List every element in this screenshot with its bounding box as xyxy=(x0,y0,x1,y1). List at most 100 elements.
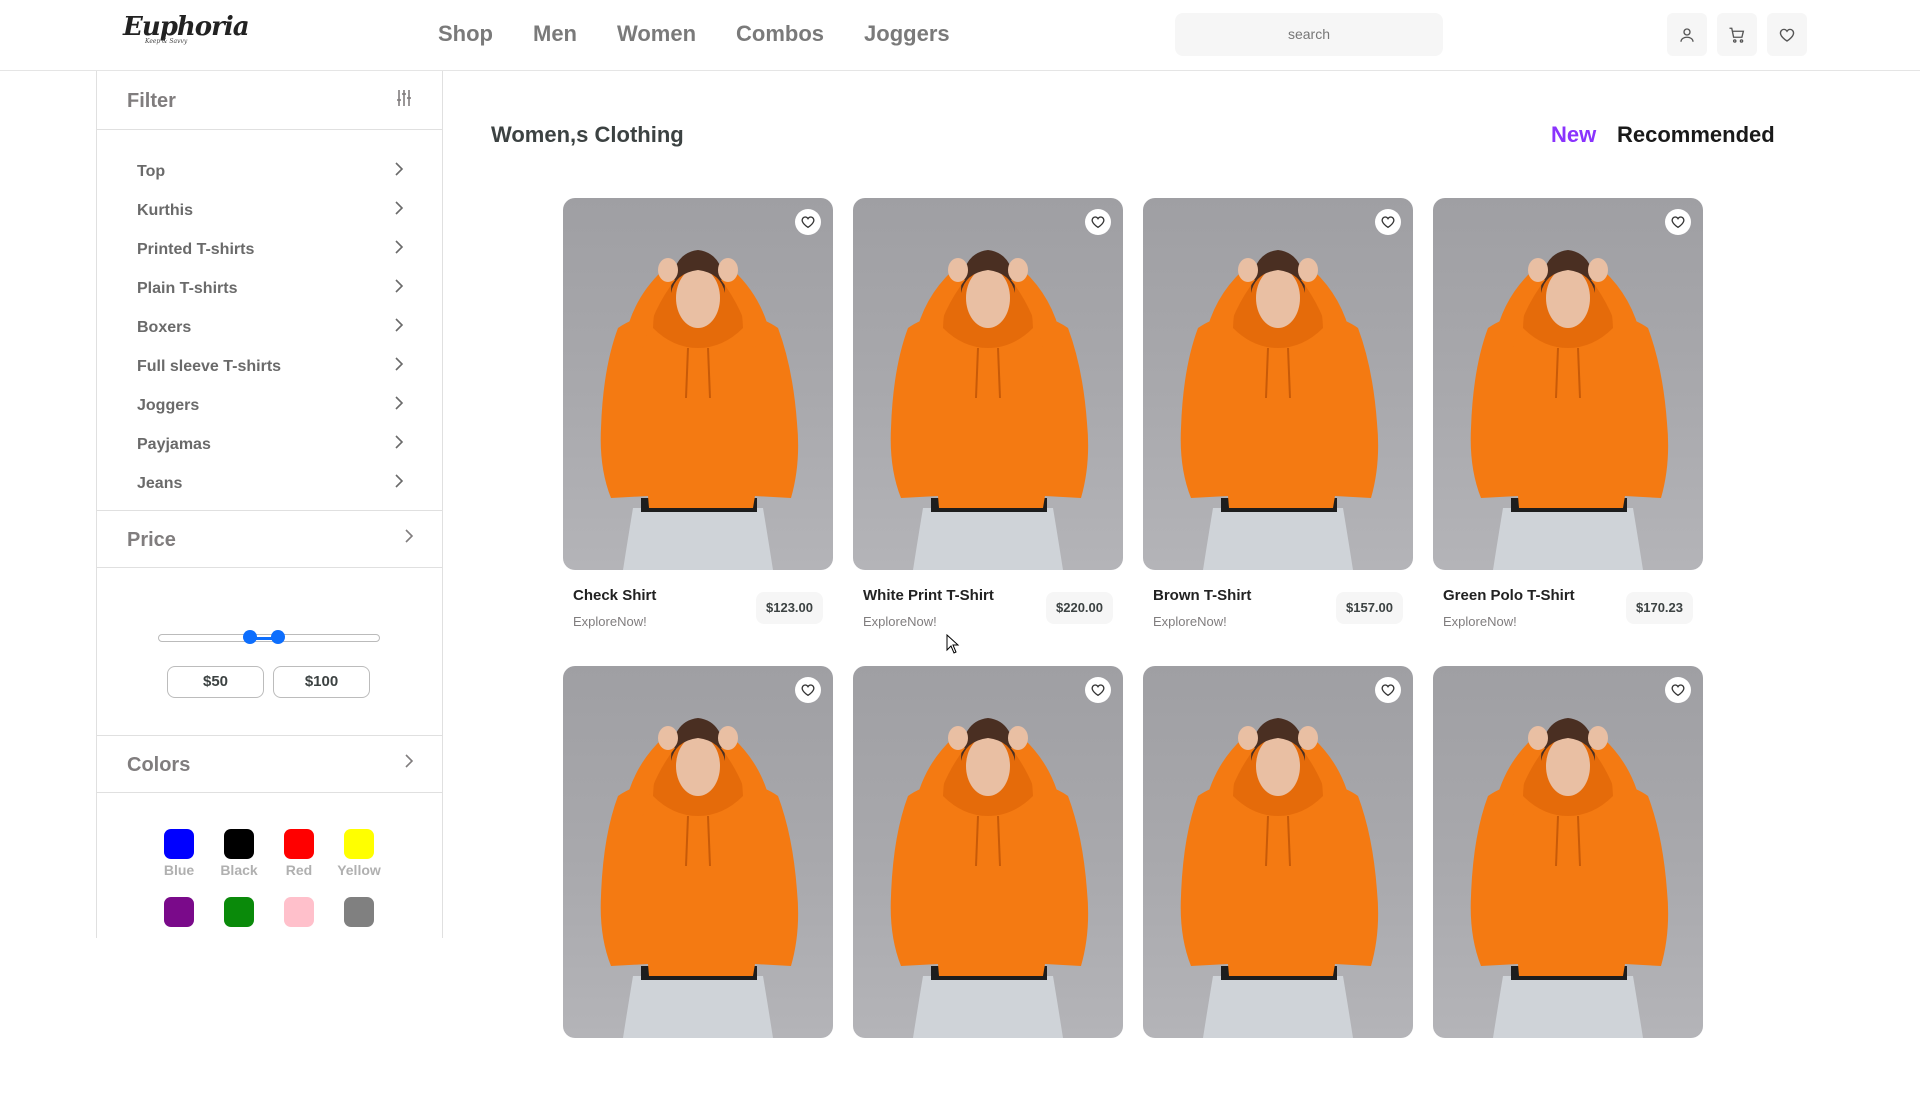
category-label: Printed T-shirts xyxy=(137,241,255,258)
chevron-right-icon xyxy=(395,279,404,293)
color-swatch-blue[interactable] xyxy=(164,829,194,859)
chevron-right-icon xyxy=(395,240,404,254)
search-input[interactable]: search xyxy=(1175,13,1443,56)
price-min-field[interactable]: $50 xyxy=(167,666,264,698)
price-filter: $50 $100 xyxy=(97,568,442,736)
wishlist-toggle[interactable] xyxy=(1085,677,1111,703)
color-label-black: Black xyxy=(220,862,258,878)
product-price: $220.00 xyxy=(1046,592,1113,624)
category-label: Boxers xyxy=(137,319,192,336)
product-photo xyxy=(1469,249,1670,570)
category-item-jeans[interactable]: Jeans xyxy=(97,467,442,506)
wishlist-button[interactable] xyxy=(1767,13,1807,56)
product-card[interactable] xyxy=(1143,666,1413,1038)
price-max-field[interactable]: $100 xyxy=(273,666,370,698)
nav-men[interactable]: Men xyxy=(533,20,577,48)
color-swatch-yellow[interactable] xyxy=(344,829,374,859)
nav-combos[interactable]: Combos xyxy=(736,20,824,48)
product-photo xyxy=(1179,249,1380,570)
wishlist-toggle[interactable] xyxy=(795,209,821,235)
price-slider-max-handle[interactable] xyxy=(271,630,285,644)
product-image[interactable] xyxy=(853,198,1123,570)
category-label: Full sleeve T-shirts xyxy=(137,358,282,375)
color-swatch-black[interactable] xyxy=(224,829,254,859)
product-card[interactable] xyxy=(853,666,1123,1038)
chevron-right-icon xyxy=(405,529,414,543)
wishlist-toggle[interactable] xyxy=(1375,209,1401,235)
product-image[interactable] xyxy=(1143,666,1413,1038)
category-label: Payjamas xyxy=(137,436,211,453)
product-card[interactable]: Brown T-Shirt ExploreNow! $157.00 xyxy=(1143,198,1413,629)
category-item-printed-tshirts[interactable]: Printed T-shirts xyxy=(97,233,442,272)
product-photo xyxy=(599,717,800,1038)
chevron-right-icon xyxy=(405,754,414,768)
product-image[interactable] xyxy=(1433,666,1703,1038)
product-card[interactable]: Check Shirt ExploreNow! $123.00 xyxy=(563,198,833,629)
price-section-header[interactable]: Price xyxy=(97,511,442,568)
site-logo[interactable]: Euphoria Keep & Savvy xyxy=(123,12,250,50)
product-photo xyxy=(1179,717,1380,1038)
color-label-blue: Blue xyxy=(163,862,195,878)
chevron-right-icon xyxy=(395,318,404,332)
logo-text: Euphoria xyxy=(123,12,250,42)
sort-new-tab[interactable]: New xyxy=(1551,122,1596,148)
heart-icon xyxy=(1779,28,1795,42)
product-image[interactable] xyxy=(563,666,833,1038)
chevron-right-icon xyxy=(395,435,404,449)
product-photo xyxy=(889,717,1090,1038)
category-item-kurthis[interactable]: Kurthis xyxy=(97,194,442,233)
product-name[interactable]: Check Shirt xyxy=(573,587,656,604)
filter-title: Filter xyxy=(127,90,176,112)
product-name[interactable]: White Print T-Shirt xyxy=(863,587,994,604)
category-item-payjamas[interactable]: Payjamas xyxy=(97,428,442,467)
category-item-joggers[interactable]: Joggers xyxy=(97,389,442,428)
heart-icon xyxy=(1091,684,1105,697)
nav-shop[interactable]: Shop xyxy=(438,20,493,48)
color-swatch-purple[interactable] xyxy=(164,897,194,927)
wishlist-toggle[interactable] xyxy=(1375,677,1401,703)
product-brand: ExploreNow! xyxy=(1443,614,1517,629)
product-card[interactable] xyxy=(563,666,833,1038)
product-name[interactable]: Brown T-Shirt xyxy=(1153,587,1251,604)
wishlist-toggle[interactable] xyxy=(1665,677,1691,703)
product-image[interactable] xyxy=(1433,198,1703,570)
category-label: Jeans xyxy=(137,475,183,492)
main-nav: Shop Men Women Combos Joggers xyxy=(438,20,990,48)
category-item-plain-tshirts[interactable]: Plain T-shirts xyxy=(97,272,442,311)
product-brand: ExploreNow! xyxy=(1153,614,1227,629)
heart-icon xyxy=(1381,216,1395,229)
product-photo xyxy=(889,249,1090,570)
color-swatch-red[interactable] xyxy=(284,829,314,859)
color-swatch-pink[interactable] xyxy=(284,897,314,927)
price-slider-min-handle[interactable] xyxy=(243,630,257,644)
product-photo xyxy=(599,249,800,570)
product-image[interactable] xyxy=(853,666,1123,1038)
product-card[interactable]: White Print T-Shirt ExploreNow! $220.00 xyxy=(853,198,1123,629)
product-image[interactable] xyxy=(1143,198,1413,570)
product-card[interactable]: Green Polo T-Shirt ExploreNow! $170.23 xyxy=(1433,198,1703,629)
wishlist-toggle[interactable] xyxy=(1085,209,1111,235)
product-card[interactable] xyxy=(1433,666,1703,1038)
filter-sliders-icon[interactable] xyxy=(396,89,412,107)
nav-joggers[interactable]: Joggers xyxy=(864,20,950,48)
category-item-boxers[interactable]: Boxers xyxy=(97,311,442,350)
wishlist-toggle[interactable] xyxy=(795,677,821,703)
product-name[interactable]: Green Polo T-Shirt xyxy=(1443,587,1575,604)
category-item-top[interactable]: Top xyxy=(97,155,442,194)
nav-women[interactable]: Women xyxy=(617,20,696,48)
user-icon xyxy=(1680,27,1694,42)
color-swatch-grey[interactable] xyxy=(344,897,374,927)
product-image[interactable] xyxy=(563,198,833,570)
category-item-full-sleeve-tshirts[interactable]: Full sleeve T-shirts xyxy=(97,350,442,389)
cart-button[interactable] xyxy=(1717,13,1757,56)
wishlist-toggle[interactable] xyxy=(1665,209,1691,235)
sort-recommended-tab[interactable]: Recommended xyxy=(1617,122,1775,148)
heart-icon xyxy=(1671,684,1685,697)
color-swatch-green[interactable] xyxy=(224,897,254,927)
colors-section-header[interactable]: Colors xyxy=(97,736,442,793)
account-button[interactable] xyxy=(1667,13,1707,56)
product-price: $123.00 xyxy=(756,592,823,624)
heart-icon xyxy=(1671,216,1685,229)
product-brand: ExploreNow! xyxy=(863,614,937,629)
category-label: Plain T-shirts xyxy=(137,280,238,297)
